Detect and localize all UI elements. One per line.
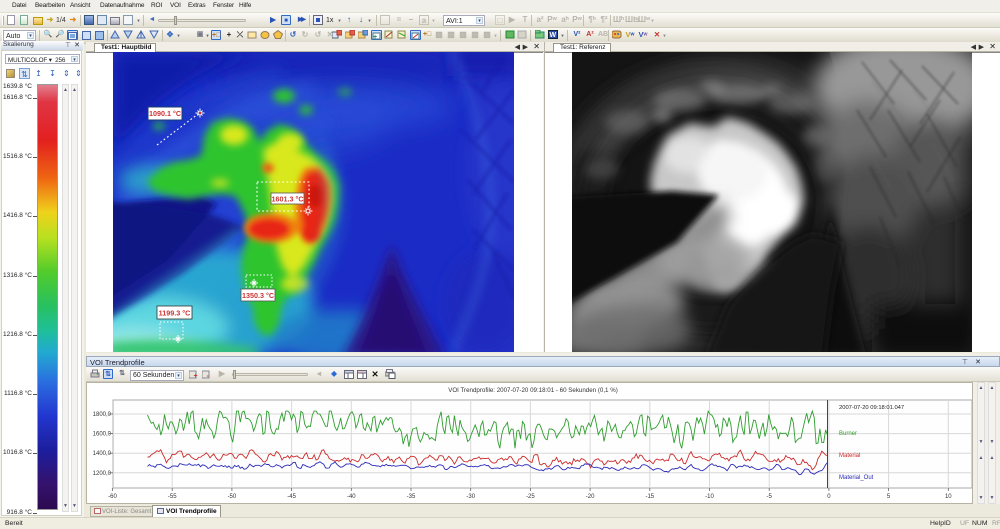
svg-text:1200,0: 1200,0 — [93, 471, 112, 477]
svg-text:-55: -55 — [168, 494, 177, 500]
svg-text:-30: -30 — [466, 494, 475, 500]
svg-text:+: + — [194, 373, 198, 379]
svg-text:Material_Out: Material_Out — [839, 475, 874, 481]
svg-text:-60: -60 — [108, 494, 117, 500]
svg-text:-50: -50 — [228, 494, 237, 500]
svg-text:-25: -25 — [526, 494, 535, 500]
svg-text:VOI Trendprofile: 2007-07-20 0: VOI Trendprofile: 2007-07-20 09:18:01 - … — [448, 387, 618, 394]
svg-text:W: W — [550, 32, 557, 39]
svg-text:+: + — [373, 34, 377, 40]
svg-text:1350.3 °C: 1350.3 °C — [242, 291, 274, 300]
svg-text:2007-07-20 09:18:01.047: 2007-07-20 09:18:01.047 — [839, 405, 904, 411]
svg-text:-35: -35 — [407, 494, 416, 500]
svg-text:10: 10 — [945, 494, 952, 500]
svg-text:Burner: Burner — [839, 431, 857, 437]
svg-text:1601.3 °C: 1601.3 °C — [271, 195, 303, 204]
svg-text:Material: Material — [839, 453, 860, 459]
svg-text:-10: -10 — [705, 494, 714, 500]
svg-text:-15: -15 — [645, 494, 654, 500]
svg-text:1090.1 °C: 1090.1 °C — [149, 109, 181, 118]
svg-text:1600,0: 1600,0 — [93, 432, 112, 438]
svg-text:-40: -40 — [347, 494, 356, 500]
svg-text:-45: -45 — [287, 494, 296, 500]
svg-text:1800,0: 1800,0 — [93, 412, 112, 418]
svg-text:1400,0: 1400,0 — [93, 451, 112, 457]
svg-text:1199.3 °C: 1199.3 °C — [159, 309, 191, 318]
svg-text:-20: -20 — [586, 494, 595, 500]
svg-text:-5: -5 — [767, 494, 773, 500]
